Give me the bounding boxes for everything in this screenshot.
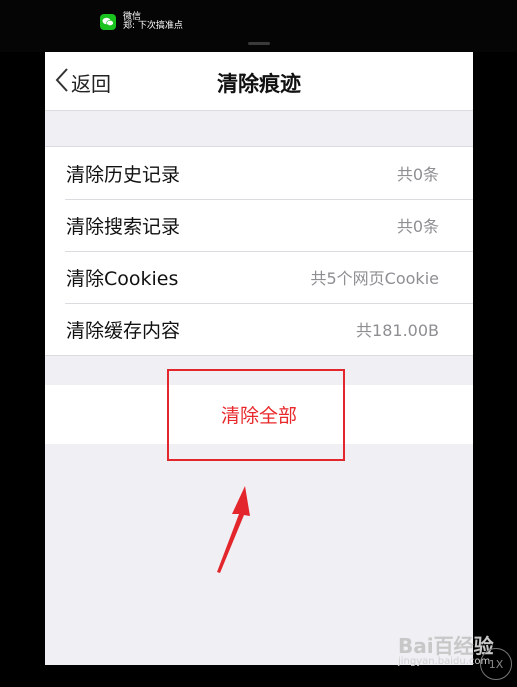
row-value: 共5个网页Cookie [310,269,440,288]
watermark-logo: Bai百经验 [398,634,494,658]
wechat-icon [100,14,116,30]
row-value: 共0条 [396,217,439,236]
clear-cookies-row[interactable]: 清除Cookies 共5个网页Cookie [45,251,473,303]
row-label: 清除搜索记录 [66,215,181,238]
clear-history-row[interactable]: 清除历史记录 共0条 [45,147,473,199]
clear-options-list: 清除历史记录 共0条 清除搜索记录 共0条 清除Cookies 共5个网页Coo… [45,146,473,356]
annotation-arrow-icon [217,486,250,573]
clear-all-label: 清除全部 [220,405,297,427]
row-label: 清除缓存内容 [66,319,181,342]
row-value: 共0条 [396,165,439,184]
notification-message: 郑: 下次搞准点 [123,21,183,31]
clear-history-panel: 返回 清除痕迹 清除历史记录 共0条 清除搜索记录 共0条 清除Cookies … [45,52,473,665]
wechat-notification[interactable]: 微信 郑: 下次搞准点 [100,10,183,34]
clear-all-button[interactable]: 清除全部 [45,385,473,444]
row-label: 清除Cookies [66,267,179,290]
navbar: 返回 清除痕迹 [45,52,473,111]
row-value: 共181.00B [356,321,439,340]
clear-search-row[interactable]: 清除搜索记录 共0条 [45,199,473,251]
drag-handle[interactable] [248,42,270,45]
page-title: 清除痕迹 [217,72,301,96]
row-label: 清除历史记录 [66,163,181,186]
top-frame: 微信 郑: 下次搞准点 [0,0,517,52]
speed-badge[interactable]: 1X [480,648,512,680]
clear-cache-row[interactable]: 清除缓存内容 共181.00B [45,303,473,355]
